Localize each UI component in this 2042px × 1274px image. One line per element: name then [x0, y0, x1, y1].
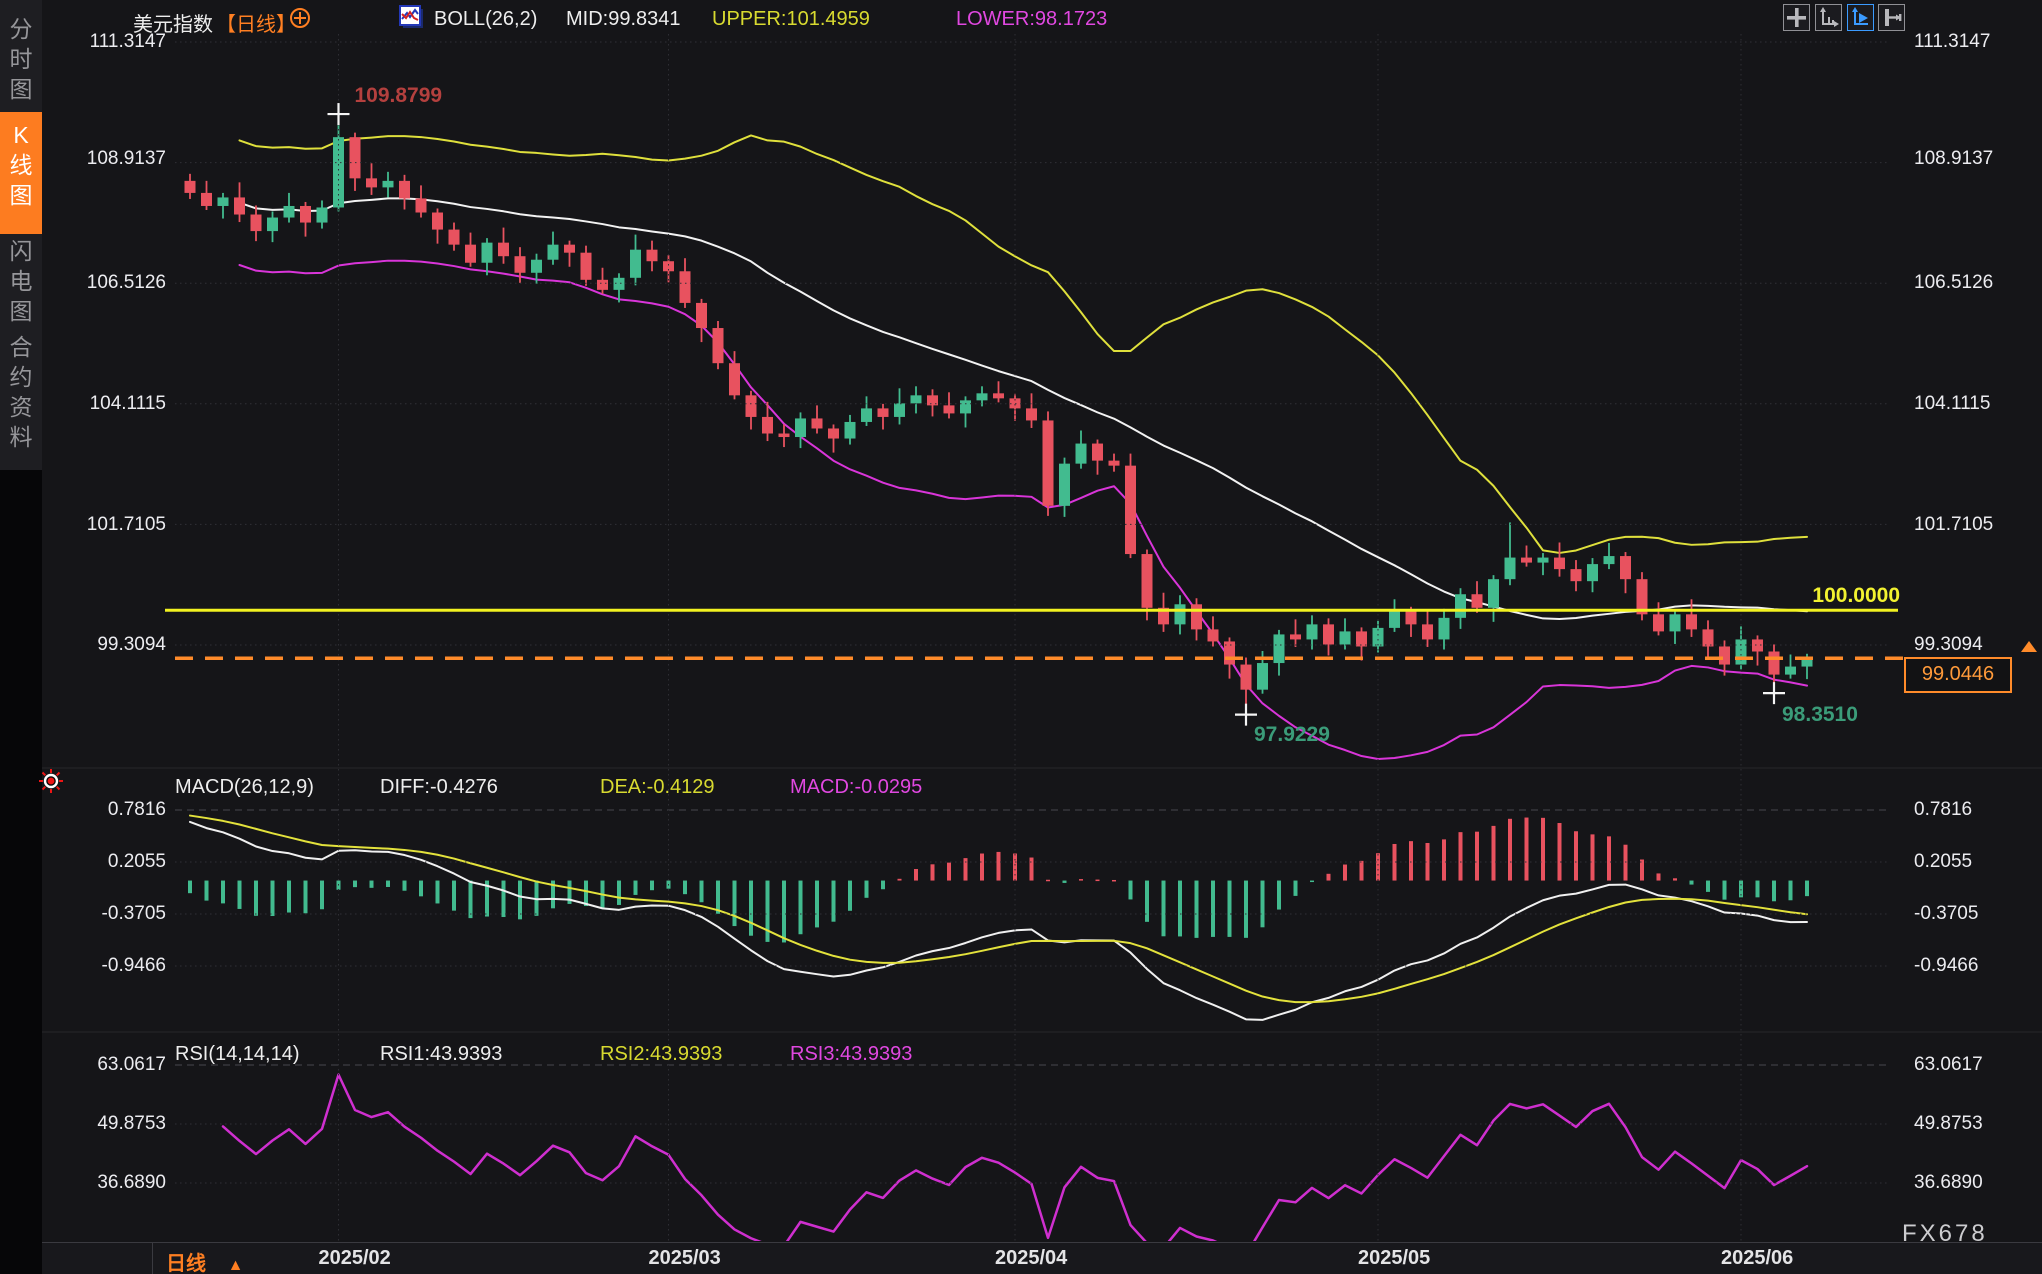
rsi-tick: 36.6890 [1914, 1172, 2038, 1194]
date-label: 2025/03 [649, 1247, 721, 1270]
rsi-tick: 63.0617 [30, 1054, 166, 1076]
price-tick: 111.3147 [30, 31, 166, 53]
period-dropdown-arrow-icon: ▲ [228, 1257, 244, 1274]
macd-tick: -0.3705 [30, 903, 166, 925]
price-tick: 101.7105 [30, 514, 166, 536]
period-selector[interactable]: 日线 ▲ [166, 1247, 243, 1274]
boll-upper-value: UPPER:101.4959 [712, 8, 870, 31]
price-tick: 111.3147 [1914, 31, 2038, 53]
last-price-badge: 99.0446 [1904, 657, 2012, 693]
sidebar-item-kline-chart[interactable]: K线图 [0, 112, 42, 234]
macd-tick: 0.2055 [1914, 851, 2038, 873]
date-label: 2025/05 [1358, 1247, 1430, 1270]
macd-tick: 0.7816 [1914, 799, 2038, 821]
macd-indicator-label[interactable]: MACD(26,12,9) [175, 776, 314, 799]
rsi2-value: RSI2:43.9393 [600, 1043, 722, 1066]
macd-tick: -0.9466 [1914, 955, 2038, 977]
axis-adjust-button[interactable] [1878, 4, 1905, 31]
macd-tick: -0.9466 [30, 955, 166, 977]
rsi3-value: RSI3:43.9393 [790, 1043, 912, 1066]
date-label: 2025/04 [995, 1247, 1067, 1270]
sidebar-item-label: 闪电图 [9, 236, 33, 326]
boll-mid-value: MID:99.8341 [566, 8, 681, 31]
axis-scale-button[interactable] [1815, 4, 1842, 31]
macd-value: MACD:-0.0295 [790, 776, 922, 799]
rsi1-value: RSI1:43.9393 [380, 1043, 502, 1066]
period-tag[interactable]: 【日线】 [216, 8, 296, 37]
sidebar-item-lightning-chart[interactable]: 闪电图 [0, 236, 42, 326]
sidebar-item-label: K线图 [9, 120, 33, 210]
add-favorite-icon[interactable] [289, 7, 311, 34]
price-tick: 99.3094 [1914, 634, 2038, 656]
boll-lower-value: LOWER:98.1723 [956, 8, 1107, 31]
price-scroll-arrow-icon[interactable] [2021, 641, 2037, 652]
macd-tick: 0.2055 [30, 851, 166, 873]
low-price-annotation: 97.9229 [1254, 723, 1330, 747]
boll-indicator-label[interactable]: BOLL(26,2) [434, 8, 537, 31]
chart-canvas[interactable] [0, 0, 2042, 1274]
macd-dea-value: DEA:-0.4129 [600, 776, 715, 799]
price-tick: 106.5126 [30, 272, 166, 294]
price-tick: 104.1115 [1914, 393, 2038, 415]
macd-diff-value: DIFF:-0.4276 [380, 776, 498, 799]
rsi-tick: 63.0617 [1914, 1054, 2038, 1076]
rsi-tick: 36.6890 [30, 1172, 166, 1194]
price-tick: 108.9137 [1914, 148, 2038, 170]
level-line-label: 100.0000 [1650, 584, 1900, 608]
rsi-indicator-label[interactable]: RSI(14,14,14) [175, 1043, 300, 1066]
sidebar-item-contract-info[interactable]: 合约资料 [0, 332, 42, 452]
recent-low-annotation: 98.3510 [1782, 703, 1858, 727]
rsi-tick: 49.8753 [1914, 1113, 2038, 1135]
high-price-annotation: 109.8799 [355, 84, 443, 108]
sidebar-item-label: 合约资料 [9, 332, 33, 452]
price-tick: 104.1115 [30, 393, 166, 415]
price-tick: 108.9137 [30, 148, 166, 170]
date-label: 2025/02 [319, 1247, 391, 1270]
price-tick: 106.5126 [1914, 272, 2038, 294]
price-tick: 101.7105 [1914, 514, 2038, 536]
sidebar-item-label: 分时图 [9, 14, 33, 104]
macd-tick: -0.3705 [1914, 903, 2038, 925]
chart-app: 分时图 K线图 闪电图 合约资料 美元指数 【日线】 BOLL(26,2) MI… [0, 0, 2042, 1274]
macd-tick: 0.7816 [30, 799, 166, 821]
watermark: FX678 [1902, 1220, 1988, 1248]
indicator-chart-icon[interactable] [398, 5, 425, 35]
axis-play-button[interactable] [1847, 4, 1874, 31]
indicator-settings-icon[interactable] [38, 768, 64, 799]
sidebar-item-time-chart[interactable]: 分时图 [0, 14, 42, 104]
period-label: 日线 [166, 1253, 206, 1274]
date-label: 2025/06 [1721, 1247, 1793, 1270]
bottom-bar-divider [152, 1242, 153, 1274]
sidebar: 分时图 K线图 闪电图 合约资料 [0, 0, 42, 1274]
pan-tool-button[interactable] [1783, 4, 1810, 31]
price-tick: 99.3094 [30, 634, 166, 656]
rsi-tick: 49.8753 [30, 1113, 166, 1135]
